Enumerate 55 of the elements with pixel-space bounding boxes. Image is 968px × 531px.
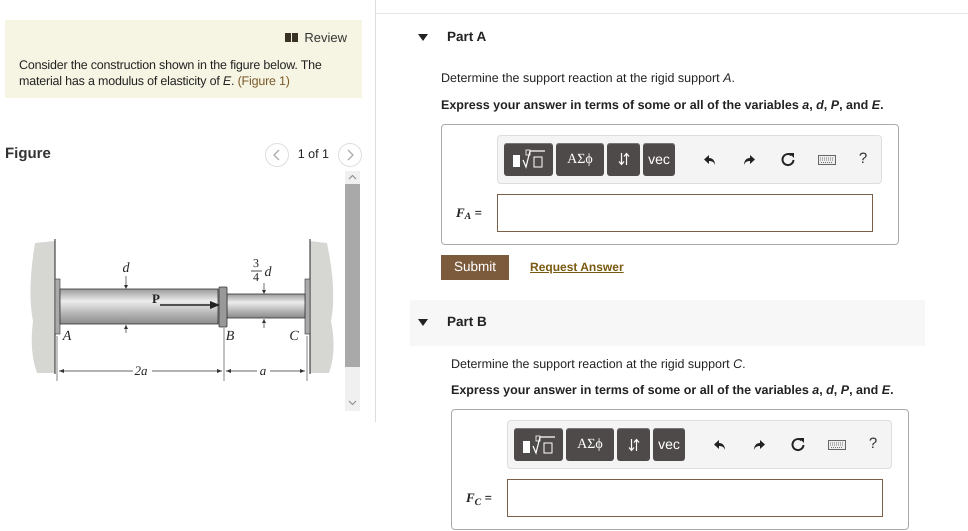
redo-icon <box>752 437 766 452</box>
answer-field[interactable] <box>497 194 873 232</box>
scroll-down-icon[interactable] <box>348 400 357 406</box>
fraction-numerator: 3 <box>253 256 259 270</box>
figure-heading: Figure <box>5 144 52 164</box>
subscript-button[interactable] <box>617 428 650 461</box>
figure-link[interactable]: (Figure 1) <box>238 74 290 88</box>
answer-field[interactable] <box>507 479 883 517</box>
reset-icon <box>781 152 795 166</box>
point-label: A <box>62 328 72 344</box>
up-down-arrows-icon <box>628 438 640 452</box>
question-text: Determine the support reaction at the rigid support C. <box>451 356 747 373</box>
collapse-icon <box>418 34 428 40</box>
force-label: P <box>152 290 160 306</box>
part-header[interactable]: Part B <box>410 300 925 346</box>
help-button[interactable]: ? <box>858 428 888 461</box>
reset-icon <box>791 437 805 452</box>
force-arrow <box>160 300 220 308</box>
templates-button[interactable] <box>504 142 553 176</box>
dimension-label: 2a <box>134 362 148 378</box>
diameter-arrow <box>262 282 266 328</box>
scroll-up-icon[interactable] <box>348 174 357 180</box>
question-text: Determine the support reaction at the rigid support A. <box>441 70 736 87</box>
help-button[interactable]: ? <box>848 142 878 176</box>
dimension-label: d <box>264 264 272 280</box>
answer-label: F$_{C}$ = <box>466 489 493 508</box>
symbol-button[interactable]: ΑΣϕ <box>556 142 604 176</box>
dimension-label: a <box>260 362 266 378</box>
request-answer-link[interactable]: Request Answer <box>530 258 624 276</box>
point-label: B <box>226 328 234 344</box>
undo-icon <box>713 437 727 452</box>
intro-paragraph: Consider the construction shown in the figure below. The material has a modulus of elasticity of E. (Figure 1) <box>19 56 323 88</box>
dimension-label: d <box>122 260 130 276</box>
up-down-arrows-icon <box>618 152 630 166</box>
instruction-text: Express your answer in terms of some or all of the variables a, d, P, and E. <box>451 382 895 400</box>
scrollbar[interactable] <box>345 170 360 410</box>
review-link[interactable]: Review <box>285 28 347 48</box>
fraction-root-icon <box>512 149 546 169</box>
collapse-icon <box>418 319 428 326</box>
diameter-arrow <box>124 275 128 333</box>
fraction-denominator: 4 <box>253 270 259 284</box>
fraction-root-icon <box>522 434 556 454</box>
instruction-text: Express your answer in terms of some or all of the variables a, d, P, and E. <box>441 96 885 114</box>
keyboard-icon <box>828 437 846 452</box>
answer-label: F$_{A}$ = <box>456 204 483 222</box>
book-icon <box>285 33 298 42</box>
templates-button[interactable] <box>514 428 563 461</box>
page-counter: 1 of 1 <box>298 146 329 164</box>
subscript-button[interactable] <box>607 142 640 176</box>
symbol-button[interactable]: vec <box>643 142 675 176</box>
symbol-button[interactable]: vec <box>653 428 685 461</box>
submit-button[interactable]: Submit <box>441 254 510 280</box>
point-label: C <box>289 328 299 344</box>
symbol-button[interactable]: ΑΣϕ <box>566 428 614 461</box>
scrollbar-thumb[interactable] <box>345 184 360 366</box>
